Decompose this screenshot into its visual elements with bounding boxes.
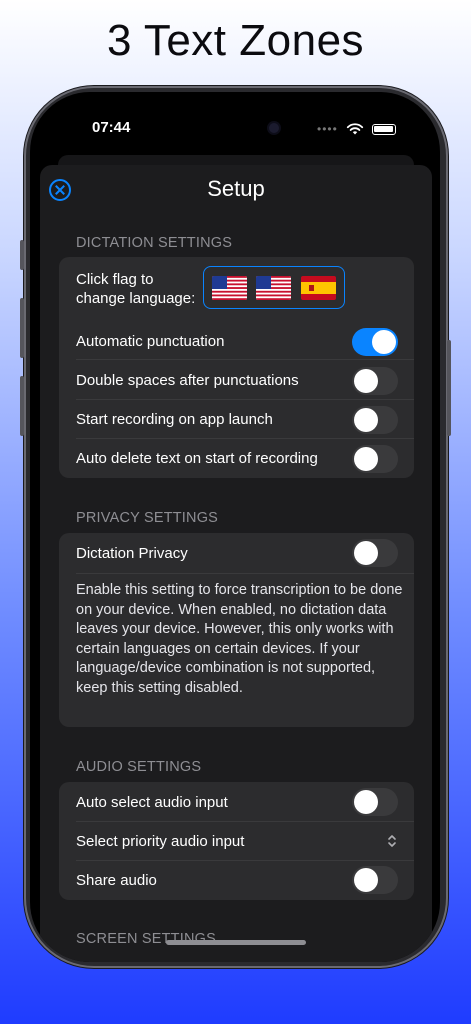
automatic-punctuation-toggle[interactable] xyxy=(352,328,398,356)
headline: 3 Text Zones xyxy=(106,16,365,65)
setting-row-dictation-privacy[interactable]: Dictation Privacy xyxy=(59,533,414,573)
dictation-privacy-toggle[interactable] xyxy=(352,539,398,567)
auto-select-audio-toggle[interactable] xyxy=(352,788,398,816)
sheet-title: Setup xyxy=(207,176,265,201)
setting-row-auto-delete[interactable]: Auto delete text on start of recording xyxy=(59,439,414,476)
us-flag-icon[interactable] xyxy=(256,276,291,300)
flag-label-line1: Click flag to xyxy=(76,271,154,288)
phone-action-button xyxy=(20,240,24,270)
spain-flag-icon[interactable] xyxy=(301,276,336,300)
status-icons: •••• xyxy=(317,122,396,136)
privacy-settings-group: Dictation Privacy Enable this setting to… xyxy=(59,533,414,727)
toggle-knob xyxy=(354,790,378,814)
signal-dots-icon: •••• xyxy=(317,122,338,136)
camera-icon xyxy=(269,123,279,133)
toggle-knob xyxy=(354,541,378,565)
phone-screen: 07:44 •••• Setup DICTATION SETTINGS Clic… xyxy=(30,92,440,962)
privacy-description: Enable this setting to force transcripti… xyxy=(76,582,403,696)
setting-label: Start recording on app launch xyxy=(76,411,273,428)
toggle-knob xyxy=(354,369,378,393)
setting-label: Dictation Privacy xyxy=(76,545,188,562)
setting-label: Share audio xyxy=(76,872,157,889)
setting-label: Automatic punctuation xyxy=(76,333,225,350)
language-flags-box xyxy=(203,266,345,309)
battery-icon xyxy=(371,123,396,135)
setup-sheet: Setup DICTATION SETTINGS Click flag to c… xyxy=(40,165,432,962)
phone-volume-up-button xyxy=(20,298,24,358)
setting-row-automatic-punctuation[interactable]: Automatic punctuation xyxy=(59,322,414,359)
toggle-knob xyxy=(354,868,378,892)
setting-row-priority-audio-input[interactable]: Select priority audio input xyxy=(59,821,414,860)
setting-row-auto-select-audio[interactable]: Auto select audio input xyxy=(59,782,414,821)
setting-label: Select priority audio input xyxy=(76,833,245,850)
setting-label: Auto delete text on start of recording xyxy=(76,450,318,467)
dictation-settings-group: Click flag to change language: Automatic… xyxy=(59,257,414,478)
toggle-knob xyxy=(354,447,378,471)
share-audio-toggle[interactable] xyxy=(352,866,398,894)
audio-section-header: AUDIO SETTINGS xyxy=(76,759,202,775)
audio-settings-group: Auto select audio input Select priority … xyxy=(59,782,414,900)
chevron-updown-icon[interactable] xyxy=(386,833,398,849)
language-flag-row: Click flag to change language: xyxy=(59,257,414,319)
phone-power-button xyxy=(447,340,451,436)
home-indicator[interactable] xyxy=(166,940,306,945)
wifi-icon xyxy=(346,123,363,135)
flag-label-line2: change language: xyxy=(76,290,196,307)
status-time: 07:44 xyxy=(92,119,131,136)
setting-label: Double spaces after punctuations xyxy=(76,372,299,389)
toggle-knob xyxy=(372,330,396,354)
setting-row-share-audio[interactable]: Share audio xyxy=(59,860,414,900)
phone-volume-down-button xyxy=(20,376,24,436)
setting-row-start-recording[interactable]: Start recording on app launch xyxy=(59,400,414,437)
us-flag-icon[interactable] xyxy=(212,276,247,300)
privacy-section-header: PRIVACY SETTINGS xyxy=(76,510,219,526)
dictation-section-header: DICTATION SETTINGS xyxy=(76,235,233,251)
separator xyxy=(76,359,414,360)
double-spaces-toggle[interactable] xyxy=(352,367,398,395)
toggle-knob xyxy=(354,408,378,432)
setting-row-double-spaces[interactable]: Double spaces after punctuations xyxy=(59,361,414,398)
start-recording-toggle[interactable] xyxy=(352,406,398,434)
auto-delete-toggle[interactable] xyxy=(352,445,398,473)
setting-label: Auto select audio input xyxy=(76,794,228,811)
separator xyxy=(76,573,414,574)
